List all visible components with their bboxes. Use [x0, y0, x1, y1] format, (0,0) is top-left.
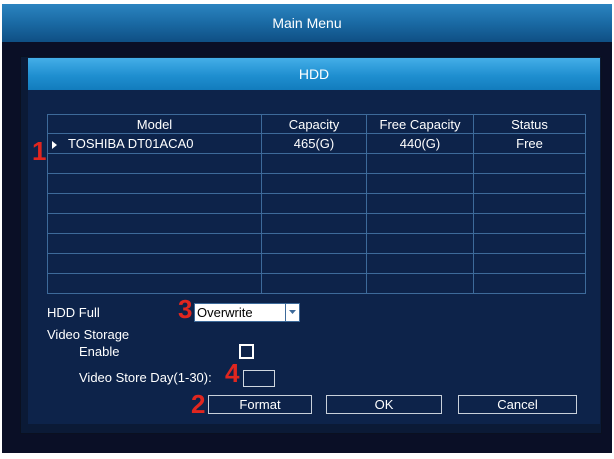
cell-capacity: 465(G) — [261, 133, 367, 154]
video-storage-label: Video Storage — [47, 327, 130, 342]
cell-model-text: TOSHIBA DT01ACA0 — [68, 136, 194, 151]
cell-model: TOSHIBA DT01ACA0 — [47, 133, 262, 154]
video-store-day-label: Video Store Day(1-30): — [79, 370, 212, 385]
column-header-capacity: Capacity — [261, 114, 367, 134]
chevron-down-icon[interactable] — [285, 304, 299, 321]
main-menu-title-bar: Main Menu — [2, 4, 612, 42]
hdd-full-select-value: Overwrite — [197, 305, 253, 320]
annotation-number-4: 4 — [225, 358, 240, 388]
format-button[interactable]: Format — [208, 395, 312, 414]
hdd-title: HDD — [298, 66, 330, 82]
enable-checkbox[interactable] — [239, 344, 254, 359]
hdd-full-select[interactable]: Overwrite — [194, 303, 300, 322]
cell-free-capacity: 440(G) — [366, 133, 474, 154]
table-header-row: Model Capacity Free Capacity Status — [47, 114, 586, 134]
column-header-model: Model — [47, 114, 262, 134]
table-row-empty[interactable] — [47, 233, 586, 254]
table-row-empty[interactable] — [47, 253, 586, 274]
table-row[interactable]: TOSHIBA DT01ACA0 465(G) 440(G) Free — [47, 133, 586, 154]
hdd-table: Model Capacity Free Capacity Status TOSH… — [47, 114, 586, 294]
video-store-day-input[interactable] — [243, 370, 275, 387]
cancel-button[interactable]: Cancel — [458, 395, 577, 414]
enable-label: Enable — [79, 344, 120, 359]
main-menu-title: Main Menu — [272, 15, 342, 31]
annotation-number-2: 2 — [191, 389, 206, 419]
column-header-status: Status — [473, 114, 586, 134]
column-header-free-capacity: Free Capacity — [366, 114, 474, 134]
annotation-number-1: 1 — [32, 136, 47, 166]
cell-status: Free — [473, 133, 586, 154]
table-row-empty[interactable] — [47, 213, 586, 234]
ok-button[interactable]: OK — [326, 395, 442, 414]
table-row-empty[interactable] — [47, 273, 586, 294]
annotation-number-3: 3 — [178, 294, 193, 324]
table-row-empty[interactable] — [47, 153, 586, 174]
hdd-full-label: HDD Full — [47, 305, 100, 320]
row-selector-icon — [52, 140, 57, 149]
hdd-title-bar: HDD — [28, 58, 600, 90]
table-row-empty[interactable] — [47, 173, 586, 194]
table-row-empty[interactable] — [47, 193, 586, 214]
